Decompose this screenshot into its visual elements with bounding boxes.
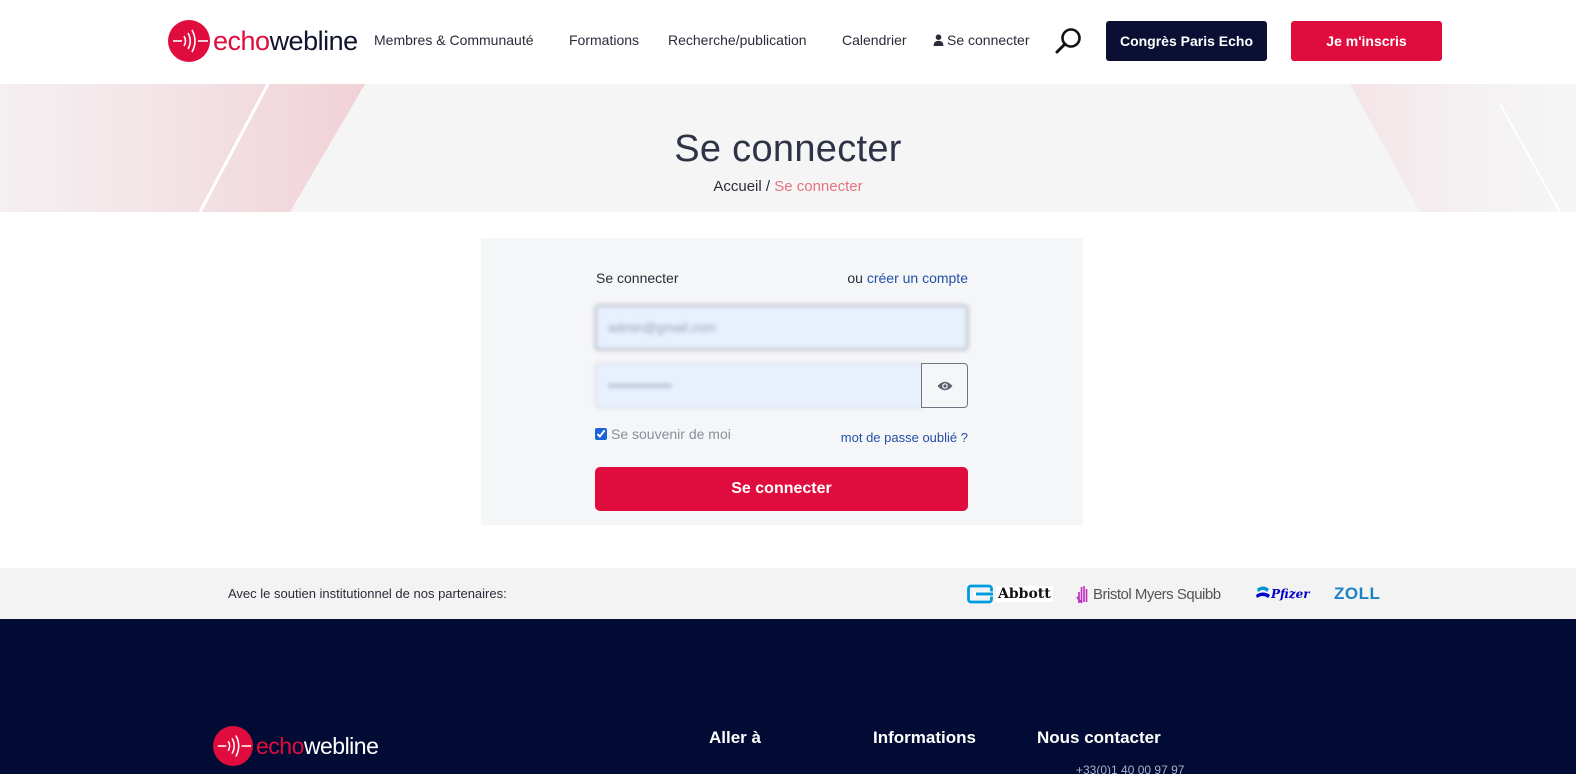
nav-calendar[interactable]: Calendrier bbox=[842, 32, 907, 48]
partners-bar: Avec le soutien institutionnel de nos pa… bbox=[0, 568, 1576, 619]
site-header: echowebline Membres & Communauté Formati… bbox=[0, 0, 1576, 84]
pfizer-logo-text: Pfizer bbox=[1271, 587, 1310, 601]
footer-logo-echo: echo bbox=[256, 733, 304, 759]
footer-phone[interactable]: +33(0)1 40 00 97 97 bbox=[1076, 763, 1184, 774]
site-footer: echowebline Aller à Informations Nous co… bbox=[0, 619, 1576, 774]
remember-me-label: Se souvenir de moi bbox=[611, 426, 731, 442]
breadcrumb-current: Se connecter bbox=[774, 178, 863, 195]
pfizer-logo-icon bbox=[1256, 586, 1270, 598]
remember-me[interactable]: Se souvenir de moi bbox=[595, 426, 731, 442]
nav-research[interactable]: Recherche/publication bbox=[668, 32, 807, 48]
footer-logo-webline: webline bbox=[303, 733, 379, 759]
eye-icon bbox=[937, 381, 952, 390]
nav-members[interactable]: Membres & Communauté bbox=[374, 32, 534, 48]
congress-button[interactable]: Congrès Paris Echo bbox=[1106, 21, 1267, 61]
bms-logo-text: Bristol Myers Squibb bbox=[1093, 585, 1221, 603]
search-icon bbox=[1055, 28, 1081, 54]
logo-echo-text: echo bbox=[213, 26, 270, 56]
footer-logo[interactable]: echowebline bbox=[213, 726, 379, 766]
zoll-logo-text: ZOLL bbox=[1334, 584, 1381, 603]
partner-bms[interactable]: Bristol Myers Squibb bbox=[1076, 582, 1221, 606]
create-account-link[interactable]: créer un compte bbox=[867, 270, 968, 286]
footer-logo-wordmark: echowebline bbox=[256, 726, 379, 766]
footer-heading-contact: Nous contacter bbox=[1037, 728, 1161, 747]
login-card: Se connecter ou créer un compte Se souve… bbox=[481, 238, 1083, 525]
breadcrumb-home[interactable]: Accueil bbox=[713, 178, 761, 195]
remember-me-checkbox[interactable] bbox=[595, 428, 607, 440]
footer-logo-signal-icon bbox=[213, 726, 253, 766]
forgot-password-link[interactable]: mot de passe oublié ? bbox=[841, 430, 968, 445]
footer-heading-goto: Aller à bbox=[709, 728, 761, 747]
nav-login[interactable]: Se connecter bbox=[933, 32, 1030, 48]
nav-login-label: Se connecter bbox=[947, 32, 1030, 48]
breadcrumb: Accueil / Se connecter bbox=[0, 178, 1576, 195]
password-input[interactable] bbox=[595, 363, 922, 408]
toggle-password-button[interactable] bbox=[921, 363, 968, 408]
partner-zoll[interactable]: ZOLL bbox=[1334, 582, 1380, 606]
page-hero: Se connecter Accueil / Se connecter bbox=[0, 84, 1576, 212]
user-icon bbox=[933, 34, 944, 46]
login-heading: Se connecter bbox=[596, 270, 679, 286]
logo-webline-text: webline bbox=[269, 26, 359, 56]
logo-wordmark: echowebline bbox=[213, 20, 358, 62]
login-submit-button[interactable]: Se connecter bbox=[595, 467, 968, 511]
create-account-line: ou créer un compte bbox=[847, 270, 968, 286]
site-logo[interactable]: echowebline bbox=[168, 20, 358, 62]
abbott-logo-icon bbox=[967, 584, 993, 604]
logo-signal-icon bbox=[168, 20, 210, 62]
create-account-prefix: ou bbox=[847, 270, 863, 286]
partner-pfizer[interactable]: Pfizer bbox=[1255, 582, 1310, 606]
abbott-logo-text: Abbott bbox=[996, 586, 1053, 602]
partners-label: Avec le soutien institutionnel de nos pa… bbox=[228, 586, 507, 601]
breadcrumb-separator: / bbox=[765, 178, 771, 195]
footer-heading-info: Informations bbox=[873, 728, 976, 747]
bms-hand-icon bbox=[1076, 586, 1088, 604]
page-title: Se connecter bbox=[674, 128, 902, 170]
partner-abbott[interactable]: Abbott bbox=[967, 582, 1053, 606]
email-input[interactable] bbox=[595, 305, 968, 350]
nav-formations[interactable]: Formations bbox=[569, 32, 639, 48]
signup-button[interactable]: Je m'inscris bbox=[1291, 21, 1442, 61]
search-button[interactable] bbox=[1054, 26, 1084, 56]
